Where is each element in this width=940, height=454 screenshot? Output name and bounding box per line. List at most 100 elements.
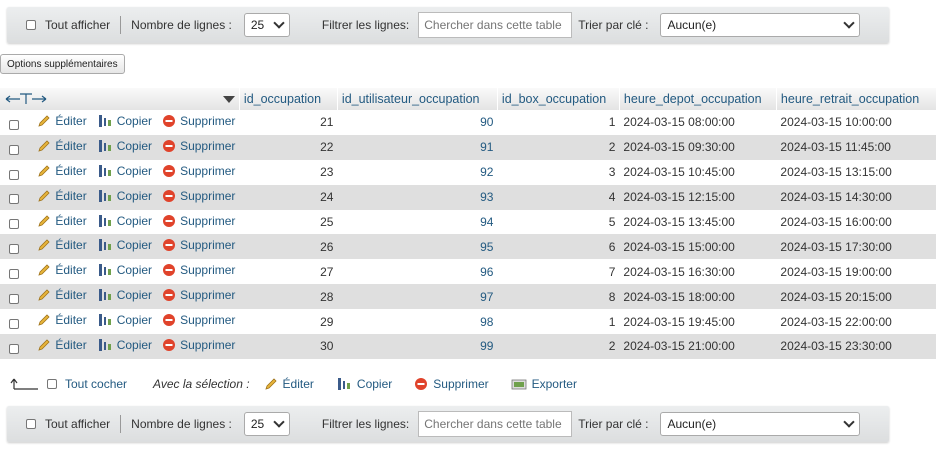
cell-id-utilisateur[interactable]: 94 [337, 209, 498, 235]
row-copy-button[interactable]: Copier [97, 114, 152, 128]
row-copy-button[interactable]: Copier [97, 214, 152, 228]
cell-heure-retrait[interactable]: 2024-03-15 10:00:00 [776, 110, 937, 135]
show-all-checkbox[interactable] [26, 20, 36, 30]
cell-id-occupation[interactable]: 25 [239, 209, 338, 235]
cell-id-box[interactable]: 1 [497, 110, 620, 135]
bulk-export-button[interactable]: Exporter [511, 377, 577, 391]
row-copy-button[interactable]: Copier [97, 313, 152, 327]
filter-input-bottom[interactable] [418, 411, 573, 437]
cell-id-box[interactable]: 2 [497, 334, 620, 359]
bulk-edit-button[interactable]: Éditer [264, 377, 314, 391]
row-delete-button[interactable]: Supprimer [162, 189, 235, 203]
cell-heure-depot[interactable]: 2024-03-15 09:30:00 [619, 134, 777, 160]
cell-id-occupation[interactable]: 28 [239, 284, 338, 310]
cell-id-box[interactable]: 2 [497, 134, 620, 160]
row-copy-button[interactable]: Copier [97, 263, 152, 277]
cell-id-occupation[interactable]: 26 [239, 234, 338, 260]
row-edit-button[interactable]: Éditer [37, 338, 87, 352]
cell-id-utilisateur[interactable]: 91 [337, 134, 498, 160]
cell-heure-retrait[interactable]: 2024-03-15 23:30:00 [776, 334, 937, 359]
check-all-label[interactable]: Tout cocher [65, 377, 127, 391]
column-header-id-occupation[interactable]: id_occupation [239, 88, 338, 110]
row-delete-button[interactable]: Supprimer [162, 214, 235, 228]
cell-heure-retrait[interactable]: 2024-03-15 20:15:00 [776, 284, 937, 310]
cell-id-utilisateur[interactable]: 96 [337, 259, 498, 285]
sort-select-bottom[interactable]: Aucun(e) [660, 412, 861, 436]
show-all-label[interactable]: Tout afficher [45, 18, 110, 32]
show-all-checkbox-bottom[interactable] [26, 419, 36, 429]
row-copy-button[interactable]: Copier [97, 164, 152, 178]
row-checkbox[interactable] [9, 219, 19, 230]
cell-heure-retrait[interactable]: 2024-03-15 14:30:00 [776, 184, 937, 210]
row-edit-button[interactable]: Éditer [37, 164, 87, 178]
row-delete-button[interactable]: Supprimer [162, 139, 235, 153]
row-copy-button[interactable]: Copier [97, 189, 152, 203]
cell-heure-retrait[interactable]: 2024-03-15 17:30:00 [776, 234, 937, 260]
row-checkbox[interactable] [9, 144, 19, 155]
cell-id-occupation[interactable]: 23 [239, 159, 338, 185]
row-delete-button[interactable]: Supprimer [162, 313, 235, 327]
cell-heure-depot[interactable]: 2024-03-15 13:45:00 [619, 209, 777, 235]
cell-id-utilisateur[interactable]: 92 [337, 159, 498, 185]
rows-select[interactable]: 25 [243, 13, 290, 37]
cell-id-box[interactable]: 6 [497, 234, 620, 260]
column-header-id-box[interactable]: id_box_occupation [497, 88, 620, 110]
bulk-delete-button[interactable]: Supprimer [414, 377, 489, 391]
cell-id-utilisateur[interactable]: 93 [337, 184, 498, 210]
cell-id-occupation[interactable]: 22 [239, 134, 338, 160]
row-edit-button[interactable]: Éditer [37, 114, 87, 128]
row-copy-button[interactable]: Copier [97, 338, 152, 352]
row-copy-button[interactable]: Copier [97, 238, 152, 252]
column-header-heure-depot[interactable]: heure_depot_occupation [619, 88, 777, 110]
cell-heure-depot[interactable]: 2024-03-15 12:15:00 [619, 184, 777, 210]
cell-heure-retrait[interactable]: 2024-03-15 16:00:00 [776, 209, 937, 235]
column-arrows-icon[interactable] [4, 93, 48, 105]
row-delete-button[interactable]: Supprimer [162, 238, 235, 252]
row-edit-button[interactable]: Éditer [37, 139, 87, 153]
cell-heure-depot[interactable]: 2024-03-15 16:30:00 [619, 259, 777, 285]
row-edit-button[interactable]: Éditer [37, 214, 87, 228]
row-checkbox[interactable] [9, 318, 19, 329]
cell-id-utilisateur[interactable]: 90 [337, 110, 498, 135]
cell-id-occupation[interactable]: 27 [239, 259, 338, 285]
cell-heure-depot[interactable]: 2024-03-15 18:00:00 [619, 284, 777, 310]
row-edit-button[interactable]: Éditer [37, 288, 87, 302]
row-delete-button[interactable]: Supprimer [162, 338, 235, 352]
cell-id-utilisateur[interactable]: 97 [337, 284, 498, 310]
row-checkbox[interactable] [9, 119, 19, 130]
cell-id-box[interactable]: 7 [497, 259, 620, 285]
row-checkbox[interactable] [9, 194, 19, 205]
bulk-copy-button[interactable]: Copier [336, 377, 392, 391]
rows-select-bottom[interactable]: 25 [243, 412, 290, 436]
extra-options-button[interactable]: Options supplémentaires [0, 54, 125, 74]
cell-id-box[interactable]: 1 [497, 309, 620, 335]
cell-heure-depot[interactable]: 2024-03-15 21:00:00 [619, 334, 777, 359]
column-header-heure-retrait[interactable]: heure_retrait_occupation [776, 88, 937, 110]
show-all-label-bottom[interactable]: Tout afficher [45, 417, 110, 431]
cell-id-occupation[interactable]: 21 [239, 110, 338, 135]
row-edit-button[interactable]: Éditer [37, 238, 87, 252]
row-delete-button[interactable]: Supprimer [162, 263, 235, 277]
cell-heure-retrait[interactable]: 2024-03-15 11:45:00 [776, 134, 937, 160]
filter-input[interactable] [418, 12, 573, 38]
row-delete-button[interactable]: Supprimer [162, 288, 235, 302]
row-edit-button[interactable]: Éditer [37, 313, 87, 327]
cell-id-box[interactable]: 5 [497, 209, 620, 235]
row-checkbox[interactable] [9, 169, 19, 180]
row-checkbox[interactable] [9, 269, 19, 280]
row-edit-button[interactable]: Éditer [37, 189, 87, 203]
cell-heure-depot[interactable]: 2024-03-15 15:00:00 [619, 234, 777, 260]
row-copy-button[interactable]: Copier [97, 139, 152, 153]
cell-heure-retrait[interactable]: 2024-03-15 13:15:00 [776, 159, 937, 185]
row-edit-button[interactable]: Éditer [37, 263, 87, 277]
column-dropdown-icon[interactable] [222, 95, 235, 103]
cell-id-utilisateur[interactable]: 99 [337, 334, 498, 359]
column-header-id-utilisateur[interactable]: id_utilisateur_occupation [337, 88, 498, 110]
cell-id-utilisateur[interactable]: 95 [337, 234, 498, 260]
sort-select[interactable]: Aucun(e) [660, 13, 861, 37]
cell-heure-retrait[interactable]: 2024-03-15 22:00:00 [776, 309, 937, 335]
cell-heure-depot[interactable]: 2024-03-15 10:45:00 [619, 159, 777, 185]
row-copy-button[interactable]: Copier [97, 288, 152, 302]
cell-id-box[interactable]: 8 [497, 284, 620, 310]
cell-id-box[interactable]: 4 [497, 184, 620, 210]
